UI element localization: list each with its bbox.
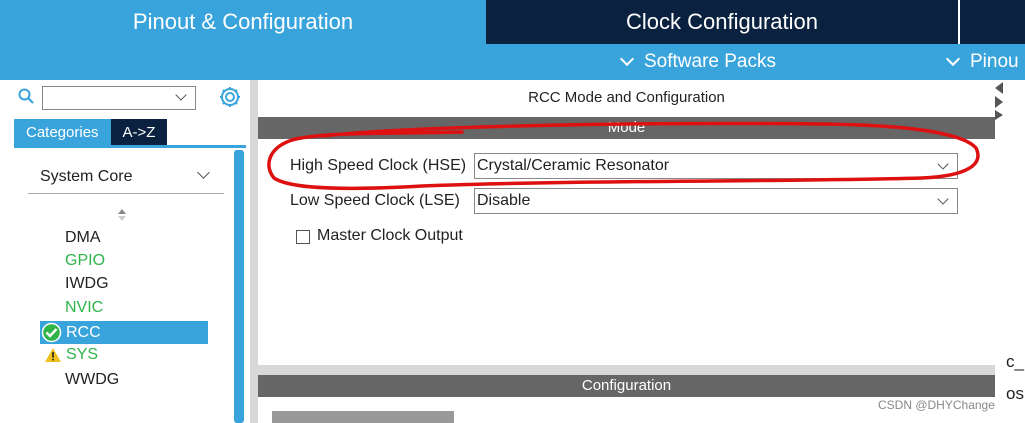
category-tabs: Categories A->Z	[14, 119, 168, 145]
peripheral-item-wwdg[interactable]: WWDG	[65, 369, 119, 391]
reset-configuration-button[interactable]	[272, 411, 454, 423]
edge-text-1: c_	[1006, 352, 1024, 371]
chevron-down-icon	[945, 51, 961, 67]
system-core-label: System Core	[40, 168, 133, 185]
chevron-down-icon[interactable]	[175, 89, 187, 101]
collapse-arrows-icon[interactable]	[995, 82, 1003, 120]
software-packs-label: Software Packs	[644, 51, 776, 72]
edge-text-2: os	[1006, 384, 1024, 403]
tab-categories[interactable]: Categories	[14, 119, 111, 145]
panel-title: RCC Mode and Configuration	[528, 89, 725, 106]
check-circle-icon	[41, 322, 62, 343]
gear-icon[interactable]	[218, 85, 242, 109]
software-packs-menu[interactable]: Software Packs	[618, 44, 776, 80]
peripheral-item-iwdg[interactable]: IWDG	[65, 273, 109, 295]
top-tab-bar: Pinout & Configuration Clock Configurati…	[0, 0, 1025, 44]
peripheral-item-sys[interactable]: SYS	[66, 344, 98, 366]
system-core-group[interactable]: System Core	[28, 166, 224, 192]
pinout-menu-label: Pinou	[970, 51, 1019, 72]
scrollbar[interactable]	[234, 150, 244, 423]
chevron-down-icon	[197, 166, 210, 179]
warning-icon	[45, 348, 61, 362]
tab-clock-configuration[interactable]: Clock Configuration	[486, 0, 958, 44]
watermark: CSDN @DHYChange	[878, 398, 995, 412]
chevron-down-icon	[619, 51, 635, 67]
panel-splitter[interactable]	[250, 80, 258, 423]
sub-toolbar: Software Packs Pinou	[0, 44, 1025, 80]
red-highlight-annotation	[267, 121, 980, 191]
tab-pinout-configuration[interactable]: Pinout & Configuration	[0, 0, 486, 44]
section-splitter[interactable]	[258, 365, 995, 375]
peripheral-item-dma[interactable]: DMA	[65, 227, 101, 249]
peripheral-item-nvic[interactable]: NVIC	[65, 297, 103, 319]
pinout-menu[interactable]: Pinou	[944, 44, 1019, 80]
configuration-section-header[interactable]: Configuration	[258, 375, 995, 397]
tab-underline	[14, 145, 246, 148]
master-clock-output-checkbox[interactable]	[296, 230, 310, 244]
master-clock-output-label: Master Clock Output	[317, 227, 463, 244]
peripheral-item-gpio[interactable]: GPIO	[65, 250, 105, 272]
search-icon[interactable]	[18, 88, 34, 104]
search-input[interactable]	[42, 86, 196, 110]
tab-a-to-z[interactable]: A->Z	[110, 119, 168, 145]
tab-separator	[958, 0, 960, 44]
rcc-label: RCC	[66, 324, 101, 341]
divider	[28, 193, 224, 194]
sort-icon[interactable]	[116, 208, 128, 222]
